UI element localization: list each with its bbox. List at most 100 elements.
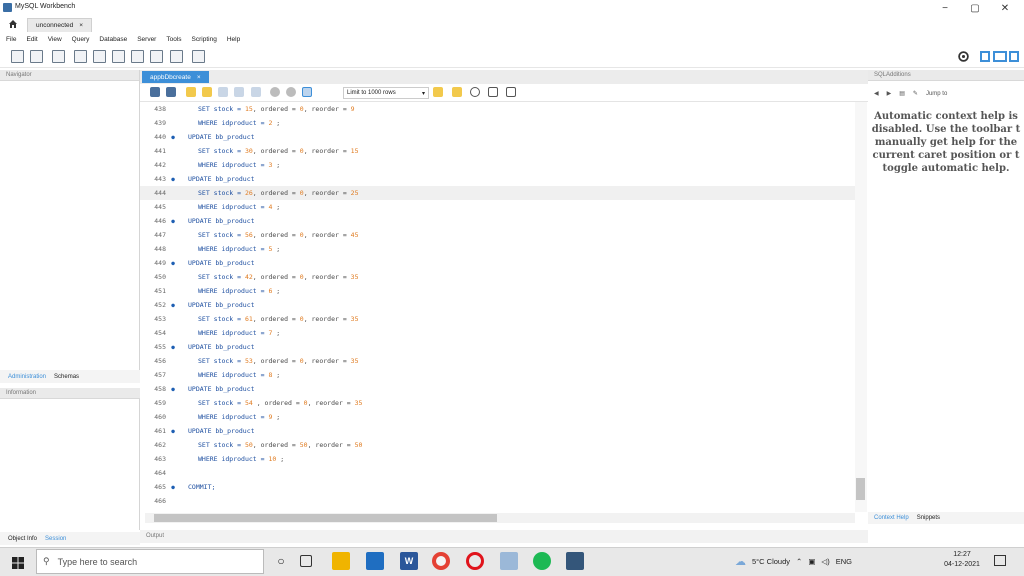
- mysql-workbench-taskbar-icon[interactable]: [566, 552, 584, 570]
- code-line[interactable]: 463 WHERE idproduct = 10 ;: [140, 452, 855, 466]
- minimize-button[interactable]: −: [930, 0, 960, 16]
- code-line[interactable]: 444 SET stock = 26, ordered = 0, reorder …: [140, 186, 855, 200]
- code-line[interactable]: 442 WHERE idproduct = 3 ;: [140, 158, 855, 172]
- execute-current-icon[interactable]: [202, 87, 212, 97]
- menu-query[interactable]: Query: [72, 36, 90, 43]
- connection-tab[interactable]: unconnected ×: [27, 18, 93, 32]
- code-line[interactable]: 465 ● COMMIT;: [140, 480, 855, 494]
- code-line[interactable]: 450 SET stock = 42, ordered = 0, reorder …: [140, 270, 855, 284]
- commit-icon[interactable]: [270, 87, 280, 97]
- tab-context-help[interactable]: Context Help: [874, 515, 909, 521]
- network-icon[interactable]: ▣: [808, 557, 815, 566]
- wrap-lines-icon[interactable]: [506, 87, 516, 97]
- tab-object-info[interactable]: Object Info: [8, 536, 37, 542]
- auto-commit-icon[interactable]: [302, 87, 312, 97]
- file-explorer-icon[interactable]: [332, 552, 350, 570]
- code-line[interactable]: 459 SET stock = 54 , ordered = 0, reorder…: [140, 396, 855, 410]
- gear-icon[interactable]: [958, 51, 969, 62]
- word-icon[interactable]: W: [400, 552, 418, 570]
- open-sql-script-icon[interactable]: [30, 50, 43, 63]
- menu-scripting[interactable]: Scripting: [192, 36, 217, 43]
- mail-icon[interactable]: [366, 552, 384, 570]
- chrome-icon[interactable]: [432, 552, 450, 570]
- code-line[interactable]: 466: [140, 494, 855, 508]
- inspector-icon[interactable]: [52, 50, 65, 63]
- code-line[interactable]: 441 SET stock = 30, ordered = 0, reorder …: [140, 144, 855, 158]
- create-procedure-icon[interactable]: [131, 50, 144, 63]
- code-line[interactable]: 464: [140, 466, 855, 480]
- horizontal-scroll-thumb[interactable]: [154, 514, 497, 522]
- code-line[interactable]: 457 WHERE idproduct = 8 ;: [140, 368, 855, 382]
- code-line[interactable]: 445 WHERE idproduct = 4 ;: [140, 200, 855, 214]
- code-line[interactable]: 452 ● UPDATE bb_product: [140, 298, 855, 312]
- tab-session[interactable]: Session: [45, 536, 66, 542]
- menu-database[interactable]: Database: [99, 36, 127, 43]
- editor-tab[interactable]: appbDbcreate ×: [142, 71, 209, 83]
- connection-tab-close-icon[interactable]: ×: [79, 22, 83, 29]
- home-icon[interactable]: [8, 19, 18, 29]
- menu-tools[interactable]: Tools: [166, 36, 181, 43]
- code-line[interactable]: 460 WHERE idproduct = 9 ;: [140, 410, 855, 424]
- menu-edit[interactable]: Edit: [26, 36, 37, 43]
- create-view-icon[interactable]: [112, 50, 125, 63]
- volume-icon[interactable]: ◁): [821, 557, 829, 566]
- open-file-icon[interactable]: [150, 87, 160, 97]
- beautify-icon[interactable]: [433, 87, 443, 97]
- windows-start-icon[interactable]: [12, 557, 24, 569]
- taskbar-search[interactable]: ⚲ Type here to search: [36, 549, 264, 574]
- menu-file[interactable]: File: [6, 36, 16, 43]
- create-table-icon[interactable]: [93, 50, 106, 63]
- spotify-icon[interactable]: [533, 552, 551, 570]
- tab-snippets[interactable]: Snippets: [917, 515, 940, 521]
- weather-text[interactable]: 5°C Cloudy: [752, 557, 790, 566]
- back-icon[interactable]: ◀: [874, 90, 879, 97]
- cortana-icon[interactable]: ○: [272, 552, 290, 570]
- code-line[interactable]: 447 SET stock = 56, ordered = 0, reorder …: [140, 228, 855, 242]
- code-line[interactable]: 443 ● UPDATE bb_product: [140, 172, 855, 186]
- jump-to-label[interactable]: Jump to: [926, 91, 947, 97]
- limit-rows-select[interactable]: Limit to 1000 rows ▾: [343, 87, 429, 99]
- create-function-icon[interactable]: [150, 50, 163, 63]
- opera-icon[interactable]: [466, 552, 484, 570]
- tab-administration[interactable]: Administration: [8, 374, 46, 380]
- code-line[interactable]: 439 WHERE idproduct = 2 ;: [140, 116, 855, 130]
- save-icon[interactable]: [166, 87, 176, 97]
- menu-help[interactable]: Help: [227, 36, 240, 43]
- code-line[interactable]: 449 ● UPDATE bb_product: [140, 256, 855, 270]
- create-schema-icon[interactable]: [74, 50, 87, 63]
- code-line[interactable]: 446 ● UPDATE bb_product: [140, 214, 855, 228]
- find-icon[interactable]: [470, 87, 480, 97]
- explain-icon[interactable]: [218, 87, 228, 97]
- code-line[interactable]: 440 ● UPDATE bb_product: [140, 130, 855, 144]
- code-line[interactable]: 453 SET stock = 61, ordered = 0, reorder …: [140, 312, 855, 326]
- auto-help-icon[interactable]: ✎: [913, 90, 918, 97]
- tab-schemas[interactable]: Schemas: [54, 374, 79, 380]
- toggle-sidebar-icon[interactable]: [980, 51, 990, 62]
- lang-indicator[interactable]: ENG: [836, 557, 852, 566]
- vertical-scrollbar[interactable]: [855, 102, 867, 512]
- code-line[interactable]: 456 SET stock = 53, ordered = 0, reorder …: [140, 354, 855, 368]
- reconnect-icon[interactable]: [192, 50, 205, 63]
- code-line[interactable]: 448 WHERE idproduct = 5 ;: [140, 242, 855, 256]
- new-sql-tab-icon[interactable]: [11, 50, 24, 63]
- notifications-icon[interactable]: [994, 555, 1006, 566]
- code-line[interactable]: 461 ● UPDATE bb_product: [140, 424, 855, 438]
- code-line[interactable]: 462 SET stock = 50, ordered = 50, reorder…: [140, 438, 855, 452]
- sql-editor[interactable]: 438 SET stock = 15, ordered = 0, reorder …: [140, 102, 855, 512]
- toggle-secondary-sidebar-icon[interactable]: [1009, 51, 1019, 62]
- execute-icon[interactable]: [186, 87, 196, 97]
- menu-view[interactable]: View: [48, 36, 62, 43]
- toggle-continue-on-error-icon[interactable]: [251, 87, 261, 97]
- snippet-icon[interactable]: [452, 87, 462, 97]
- menu-server[interactable]: Server: [137, 36, 156, 43]
- taskbar-clock[interactable]: 12:27 04-12-2021: [942, 550, 982, 570]
- vertical-scroll-thumb[interactable]: [856, 478, 865, 500]
- code-line[interactable]: 458 ● UPDATE bb_product: [140, 382, 855, 396]
- code-line[interactable]: 455 ● UPDATE bb_product: [140, 340, 855, 354]
- forward-icon[interactable]: ▶: [887, 90, 892, 97]
- close-button[interactable]: ✕: [990, 0, 1020, 16]
- maximize-button[interactable]: ▢: [960, 0, 990, 16]
- task-view-icon[interactable]: [300, 555, 312, 567]
- stop-icon[interactable]: [234, 87, 244, 97]
- manual-help-icon[interactable]: ▤: [899, 90, 905, 97]
